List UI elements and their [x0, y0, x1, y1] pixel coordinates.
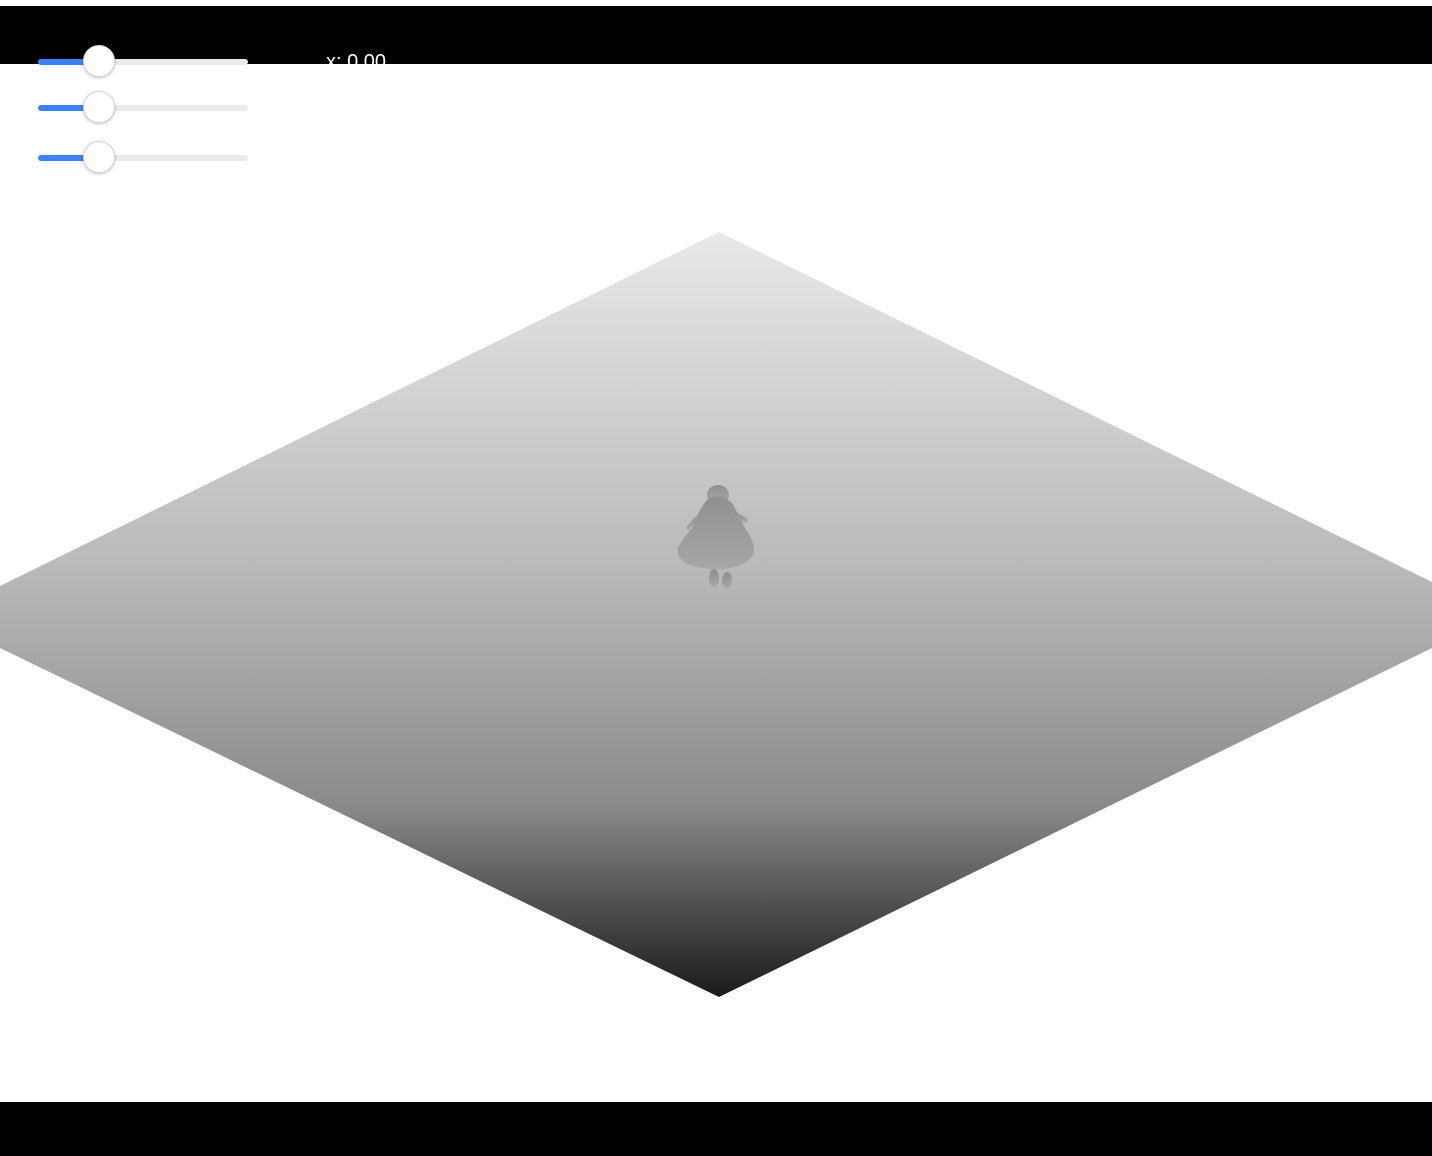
slider-1[interactable] [38, 44, 248, 80]
ground-plane [0, 232, 1432, 997]
bottom-letterbox-bar [0, 1102, 1432, 1156]
x-coordinate-readout: x: 0.00 [326, 51, 387, 64]
slider-3[interactable] [38, 140, 248, 176]
slider-2[interactable] [38, 90, 248, 126]
slider-thumb[interactable] [83, 91, 115, 123]
slider-thumb[interactable] [83, 141, 115, 173]
viewport: x: 0.00 [0, 0, 1432, 1156]
slider-thumb[interactable] [83, 45, 115, 77]
